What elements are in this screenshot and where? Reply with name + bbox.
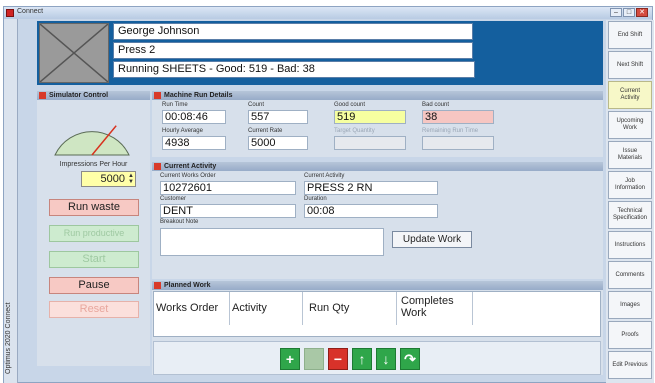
- column-divider: [302, 292, 303, 325]
- sidebar-item-instructions[interactable]: Instructions: [608, 231, 652, 259]
- sidebar-item-next-shift[interactable]: Next Shift: [608, 51, 652, 79]
- sidebar-item-technical-specification[interactable]: Technical Specification: [608, 201, 652, 229]
- simulator-panel: Simulator Control Impressions Per Hour 5…: [37, 91, 150, 366]
- machine-run-title: Machine Run Details: [164, 92, 233, 99]
- bad-count-value: 38: [422, 110, 494, 124]
- simulator-header: Simulator Control: [37, 91, 150, 100]
- planned-work-panel: Planned Work Works Order Activity Run Qt…: [152, 281, 603, 375]
- sidebar-item-end-shift[interactable]: End Shift: [608, 21, 652, 49]
- planned-work-title: Planned Work: [164, 282, 211, 289]
- duration-label: Duration: [304, 196, 327, 202]
- run-waste-button[interactable]: Run waste: [49, 199, 139, 216]
- no-image-icon: [39, 23, 109, 83]
- update-work-button[interactable]: Update Work: [392, 231, 472, 248]
- bad-count-label: Bad count: [422, 102, 450, 108]
- activity-label: Current Activity: [304, 173, 345, 179]
- good-count-label: Good count: [334, 102, 366, 108]
- target-quantity-value: [334, 136, 406, 150]
- customer-label: Customer: [160, 196, 187, 202]
- current-rate-value: 5000: [248, 136, 308, 150]
- planned-work-header: Planned Work: [152, 281, 603, 290]
- speed-gauge: [54, 125, 130, 156]
- app-window: Connect – □ ✕ Optimus 2020 Connect Georg…: [3, 6, 654, 383]
- sidebar-item-current-activity[interactable]: Current Activity: [608, 81, 652, 109]
- customer-value: DENT: [160, 204, 296, 218]
- sidebar-item-job-information[interactable]: Job Information: [608, 171, 652, 199]
- reset-button[interactable]: Reset: [49, 301, 139, 318]
- column-divider: [472, 292, 473, 325]
- column-header[interactable]: Completes Work: [401, 295, 465, 319]
- current-activity-title: Current Activity: [164, 163, 217, 170]
- remaining-time-label: Remaining Run Time: [422, 128, 479, 134]
- side-strip: Optimus 2020 Connect: [4, 19, 18, 383]
- breakout-note-label: Breakout Note: [160, 219, 199, 225]
- planned-work-toolbar: + − ↑ ↓ ↷: [153, 341, 601, 375]
- column-divider: [229, 292, 230, 325]
- close-button[interactable]: ✕: [636, 8, 648, 17]
- pause-button[interactable]: Pause: [49, 277, 139, 294]
- move-up-icon[interactable]: ↑: [352, 348, 372, 370]
- activity-value: PRESS 2 RN: [304, 181, 438, 195]
- sidebar-item-proofs[interactable]: Proofs: [608, 321, 652, 349]
- sidebar-item-edit-previous[interactable]: Edit Previous: [608, 351, 652, 379]
- planned-work-table[interactable]: Works Order Activity Run Qty Completes W…: [153, 291, 601, 337]
- simulator-title: Simulator Control: [49, 92, 109, 99]
- window-title: Connect: [17, 8, 44, 15]
- operator-photo-placeholder: [39, 23, 109, 83]
- operator-name: George Johnson: [113, 23, 473, 40]
- start-button[interactable]: Start: [49, 251, 139, 268]
- run-time-value: 00:08:46: [162, 110, 226, 124]
- works-order-label: Current Works Order: [160, 173, 216, 179]
- run-status: Running SHEETS - Good: 519 - Bad: 38: [113, 61, 475, 78]
- current-activity-header: Current Activity: [152, 162, 603, 171]
- run-productive-button[interactable]: Run productive: [49, 225, 139, 242]
- good-count-value: 519: [334, 110, 406, 124]
- section-icon: [154, 163, 161, 170]
- sidebar-item-issue-materials[interactable]: Issue Materials: [608, 141, 652, 169]
- breakout-note-input[interactable]: [160, 228, 384, 256]
- sidebar-item-upcoming-work[interactable]: Upcoming Work: [608, 111, 652, 139]
- app-icon: [6, 9, 14, 17]
- spinner-icon[interactable]: ▲ ▼: [127, 173, 134, 185]
- sidebar-item-images[interactable]: Images: [608, 291, 652, 319]
- impressions-label: Impressions Per Hour: [59, 161, 128, 168]
- remaining-time-value: [422, 136, 494, 150]
- column-divider: [396, 292, 397, 325]
- sidebar-item-comments[interactable]: Comments: [608, 261, 652, 289]
- title-bar: Connect – □ ✕: [4, 7, 652, 19]
- add-icon[interactable]: +: [280, 348, 300, 370]
- machine-run-header: Machine Run Details: [152, 91, 603, 100]
- current-rate-label: Current Rate: [248, 128, 283, 134]
- edit-icon[interactable]: [304, 348, 324, 370]
- action-sidebar: End Shift Next Shift Current Activity Up…: [606, 20, 654, 383]
- section-icon: [39, 92, 46, 99]
- remove-icon[interactable]: −: [328, 348, 348, 370]
- hourly-average-label: Hourly Average: [162, 128, 203, 134]
- count-value: 557: [248, 110, 308, 124]
- run-time-label: Run Time: [162, 102, 188, 108]
- section-icon: [154, 282, 161, 289]
- maximize-button[interactable]: □: [623, 8, 635, 17]
- duration-value: 00:08: [304, 204, 438, 218]
- section-icon: [154, 92, 161, 99]
- machine-name: Press 2: [113, 42, 473, 59]
- current-activity-panel: Current Activity Current Works Order 102…: [152, 162, 603, 279]
- hourly-average-value: 4938: [162, 136, 226, 150]
- redo-icon[interactable]: ↷: [400, 348, 420, 370]
- machine-run-panel: Machine Run Details Run Time 00:08:46 Co…: [152, 91, 603, 157]
- works-order-value: 10272601: [160, 181, 296, 195]
- count-label: Count: [248, 102, 265, 108]
- impressions-input[interactable]: 5000 ▲ ▼: [81, 171, 136, 187]
- minimize-button[interactable]: –: [610, 8, 622, 17]
- target-quantity-label: Target Quantity: [334, 128, 375, 134]
- impressions-value: 5000: [100, 173, 125, 185]
- move-down-icon[interactable]: ↓: [376, 348, 396, 370]
- job-header: George Johnson Press 2 Running SHEETS - …: [37, 21, 603, 85]
- column-header[interactable]: Run Qty: [309, 302, 349, 314]
- column-header[interactable]: Works Order: [156, 302, 218, 314]
- product-label: Optimus 2020 Connect: [5, 302, 12, 374]
- column-header[interactable]: Activity: [232, 302, 267, 314]
